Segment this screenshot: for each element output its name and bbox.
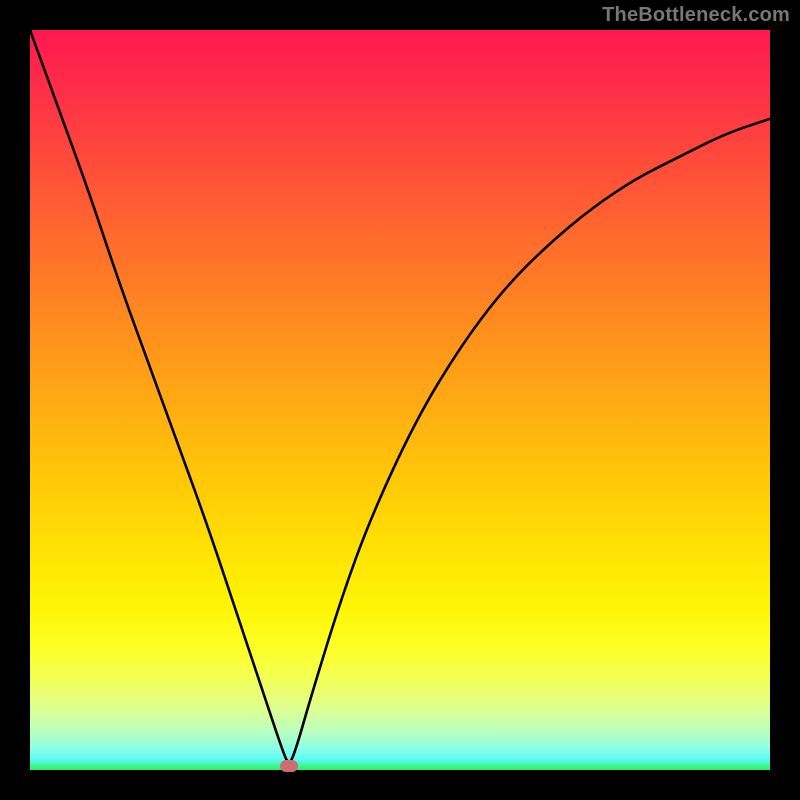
chart-frame: TheBottleneck.com	[0, 0, 800, 800]
bottleneck-curve	[30, 30, 770, 770]
minimum-marker	[280, 760, 298, 772]
plot-outer-border	[30, 30, 770, 770]
watermark-text: TheBottleneck.com	[602, 4, 790, 27]
chart-plot-area	[30, 30, 770, 770]
